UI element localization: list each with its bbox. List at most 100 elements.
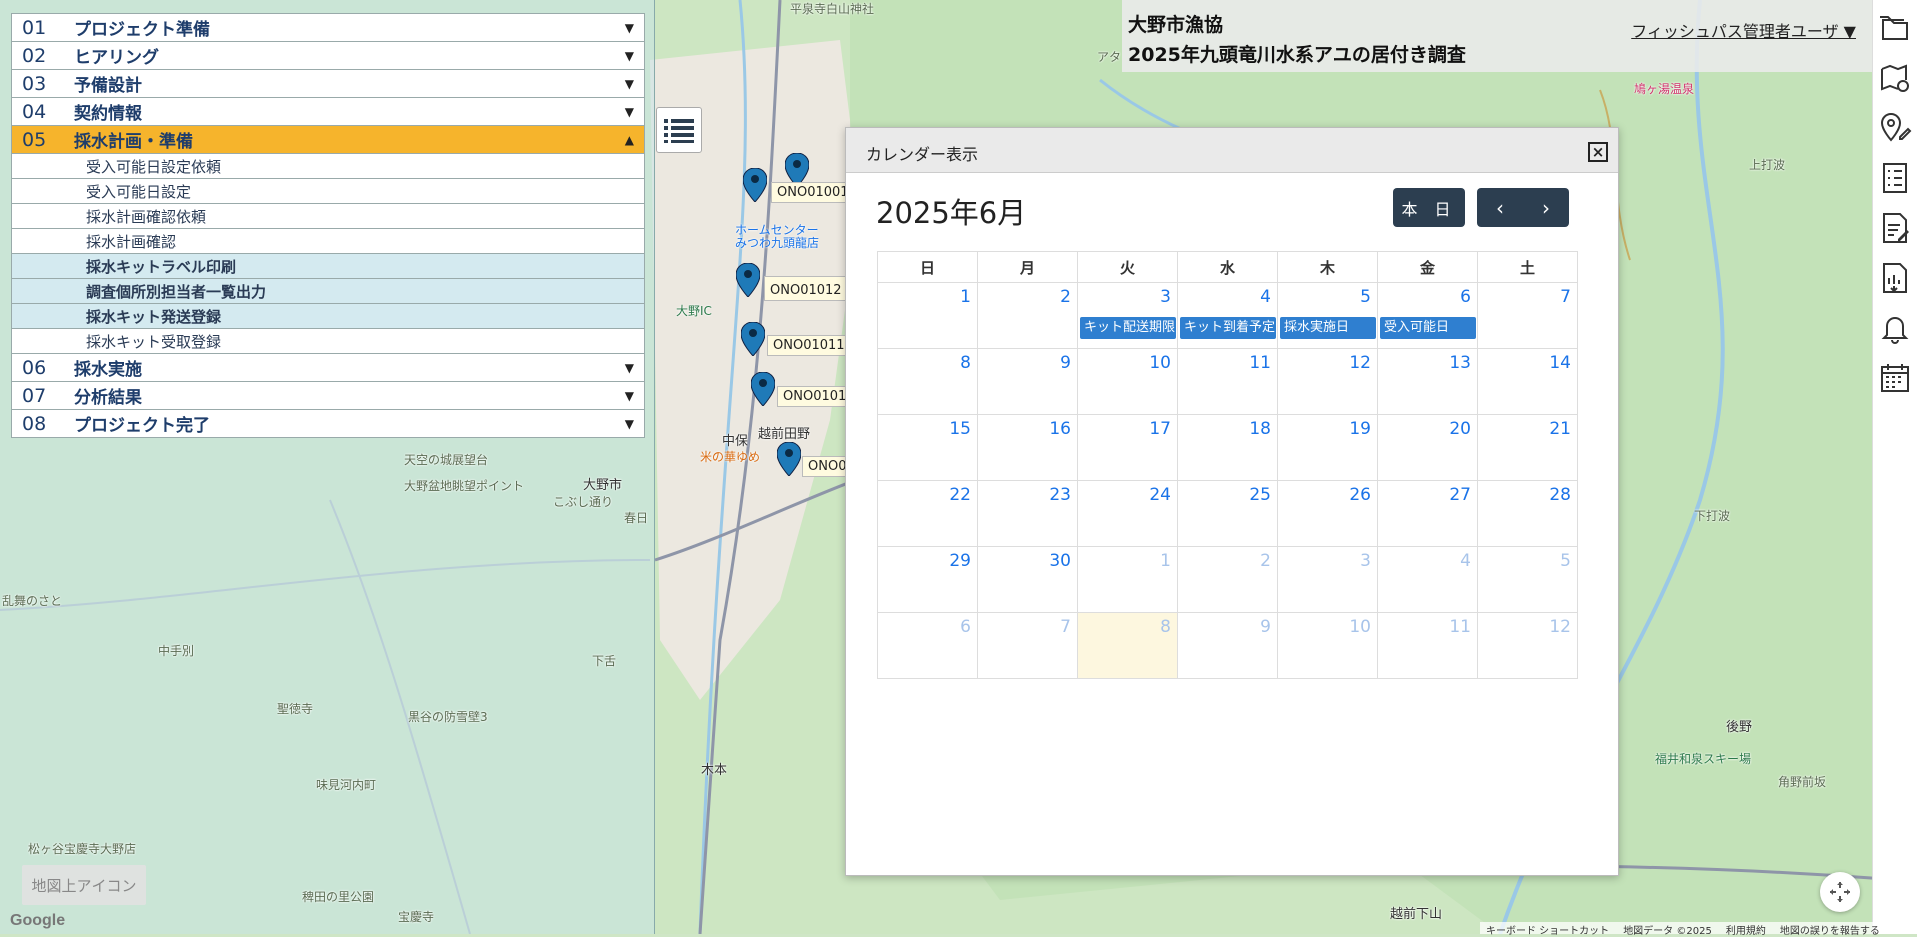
submenu-item[interactable]: 採水キット発送登録 bbox=[12, 304, 644, 329]
calendar-event[interactable]: 受入可能日 bbox=[1380, 317, 1476, 339]
calendar-icon[interactable] bbox=[1876, 358, 1914, 398]
close-icon[interactable]: × bbox=[1588, 142, 1608, 162]
map-pin-icon[interactable] bbox=[777, 442, 801, 476]
calendar-day[interactable]: 21 bbox=[1477, 414, 1578, 481]
section-05[interactable]: 05 採水計画・準備 ▲ bbox=[12, 126, 644, 154]
calendar-day[interactable]: 8 bbox=[1077, 612, 1178, 679]
calendar-day[interactable]: 7 bbox=[1477, 282, 1578, 349]
calendar-day[interactable]: 26 bbox=[1277, 480, 1378, 547]
calendar-grid: 日月火水木金土 1 2 3 キット配送期限 4 キット到着予定 5 採水実施日 6 受入可能日 7 8… bbox=[877, 251, 1578, 679]
calendar-day[interactable]: 18 bbox=[1177, 414, 1278, 481]
calendar-day[interactable]: 3 bbox=[1277, 546, 1378, 613]
calendar-day[interactable]: 22 bbox=[877, 480, 978, 547]
calendar-event[interactable]: キット到着予定 bbox=[1180, 317, 1276, 339]
map-refresh-icon[interactable] bbox=[1876, 58, 1914, 98]
calendar-day[interactable]: 9 bbox=[1177, 612, 1278, 679]
calendar-day[interactable]: 9 bbox=[977, 348, 1078, 415]
day-number: 7 bbox=[1560, 287, 1571, 307]
calendar-day[interactable]: 16 bbox=[977, 414, 1078, 481]
submenu-item[interactable]: 調査個所別担当者一覧出力 bbox=[12, 279, 644, 304]
day-number: 20 bbox=[1449, 419, 1471, 439]
map-icon-toggle[interactable]: 地図上アイコン bbox=[22, 865, 146, 905]
calendar-day[interactable]: 11 bbox=[1177, 348, 1278, 415]
locate-icon[interactable] bbox=[1820, 872, 1860, 912]
section-07[interactable]: 07 分析結果 ▼ bbox=[12, 382, 644, 410]
calendar-day[interactable]: 6 bbox=[877, 612, 978, 679]
calendar-day[interactable]: 23 bbox=[977, 480, 1078, 547]
calendar-day[interactable]: 12 bbox=[1477, 612, 1578, 679]
chevron-right-icon[interactable]: › bbox=[1523, 188, 1569, 227]
report-download-icon[interactable] bbox=[1876, 258, 1914, 298]
calendar-day[interactable]: 1 bbox=[1077, 546, 1178, 613]
bell-icon[interactable] bbox=[1876, 308, 1914, 348]
calendar-day[interactable]: 6 受入可能日 bbox=[1377, 282, 1478, 349]
submenu-item[interactable]: 採水計画確認依頼 bbox=[12, 204, 644, 229]
user-menu[interactable]: フィッシュパス管理者ユーザ ▼ bbox=[1631, 18, 1856, 42]
day-number: 17 bbox=[1149, 419, 1171, 439]
calendar-day[interactable]: 5 採水実施日 bbox=[1277, 282, 1378, 349]
calendar-day[interactable]: 13 bbox=[1377, 348, 1478, 415]
calendar-day[interactable]: 3 キット配送期限 bbox=[1077, 282, 1178, 349]
list-toggle-button[interactable] bbox=[656, 107, 702, 153]
calendar-day[interactable]: 14 bbox=[1477, 348, 1578, 415]
calendar-day[interactable]: 4 キット到着予定 bbox=[1177, 282, 1278, 349]
calendar-modal: カレンダー表示 × 2025年6月 本 日 ‹ › 日月火水木金土 1 2 3 キット… bbox=[845, 127, 1619, 876]
chevron-left-icon[interactable]: ‹ bbox=[1477, 188, 1523, 227]
report-error-link[interactable]: 地図の誤りを報告する bbox=[1780, 922, 1880, 937]
calendar-day[interactable]: 7 bbox=[977, 612, 1078, 679]
calendar-event[interactable]: 採水実施日 bbox=[1280, 317, 1376, 339]
calendar-day[interactable]: 11 bbox=[1377, 612, 1478, 679]
calendar-day[interactable]: 28 bbox=[1477, 480, 1578, 547]
calendar-day[interactable]: 1 bbox=[877, 282, 978, 349]
chevron-down-icon: ▼ bbox=[624, 48, 634, 63]
calendar-day[interactable]: 27 bbox=[1377, 480, 1478, 547]
section-01[interactable]: 01 プロジェクト準備 ▼ bbox=[12, 14, 644, 42]
submenu-item[interactable]: 受入可能日設定 bbox=[12, 179, 644, 204]
section-02[interactable]: 02 ヒアリング ▼ bbox=[12, 42, 644, 70]
submenu-item[interactable]: 採水計画確認 bbox=[12, 229, 644, 254]
calendar-day[interactable]: 17 bbox=[1077, 414, 1178, 481]
pin-label[interactable]: ONO01001 bbox=[771, 182, 855, 203]
calendar-day[interactable]: 10 bbox=[1077, 348, 1178, 415]
submenu-item[interactable]: 採水キット受取登録 bbox=[12, 329, 644, 354]
calendar-day[interactable]: 8 bbox=[877, 348, 978, 415]
checklist-icon[interactable] bbox=[1876, 158, 1914, 198]
submenu-item[interactable]: 採水キットラベル印刷 bbox=[12, 254, 644, 279]
day-number: 5 bbox=[1360, 287, 1371, 307]
map-pin-edit-icon[interactable] bbox=[1876, 108, 1914, 148]
terms-link[interactable]: 利用規約 bbox=[1726, 922, 1766, 937]
calendar-day[interactable]: 25 bbox=[1177, 480, 1278, 547]
keyboard-shortcuts-link[interactable]: キーボード ショートカット bbox=[1486, 922, 1609, 937]
calendar-day[interactable]: 20 bbox=[1377, 414, 1478, 481]
calendar-day[interactable]: 10 bbox=[1277, 612, 1378, 679]
section-number: 03 bbox=[22, 72, 47, 95]
document-edit-icon[interactable] bbox=[1876, 208, 1914, 248]
calendar-day[interactable]: 29 bbox=[877, 546, 978, 613]
map-pin-icon[interactable] bbox=[751, 372, 775, 406]
section-06[interactable]: 06 採水実施 ▼ bbox=[12, 354, 644, 382]
calendar-day[interactable]: 5 bbox=[1477, 546, 1578, 613]
calendar-day[interactable]: 19 bbox=[1277, 414, 1378, 481]
section-title: 予備設計 bbox=[74, 76, 142, 96]
today-button[interactable]: 本 日 bbox=[1393, 188, 1465, 227]
section-03[interactable]: 03 予備設計 ▼ bbox=[12, 70, 644, 98]
calendar-day[interactable]: 15 bbox=[877, 414, 978, 481]
map-label: 平泉寺白山神社 bbox=[790, 2, 875, 16]
section-title: 契約情報 bbox=[74, 104, 142, 124]
calendar-day[interactable]: 12 bbox=[1277, 348, 1378, 415]
submenu-item[interactable]: 受入可能日設定依頼 bbox=[12, 154, 644, 179]
calendar-day[interactable]: 2 bbox=[1177, 546, 1278, 613]
map-pin-icon[interactable] bbox=[743, 168, 767, 202]
calendar-day[interactable]: 30 bbox=[977, 546, 1078, 613]
calendar-day[interactable]: 4 bbox=[1377, 546, 1478, 613]
folders-icon[interactable] bbox=[1876, 8, 1914, 48]
map-pin-icon[interactable] bbox=[741, 322, 765, 356]
day-number: 25 bbox=[1249, 485, 1271, 505]
section-04[interactable]: 04 契約情報 ▼ bbox=[12, 98, 644, 126]
pin-label[interactable]: ONO01011 bbox=[767, 335, 851, 356]
map-pin-icon[interactable] bbox=[736, 263, 760, 297]
calendar-day[interactable]: 2 bbox=[977, 282, 1078, 349]
calendar-day[interactable]: 24 bbox=[1077, 480, 1178, 547]
section-08[interactable]: 08 プロジェクト完了 ▼ bbox=[12, 410, 644, 437]
calendar-event[interactable]: キット配送期限 bbox=[1080, 317, 1176, 339]
